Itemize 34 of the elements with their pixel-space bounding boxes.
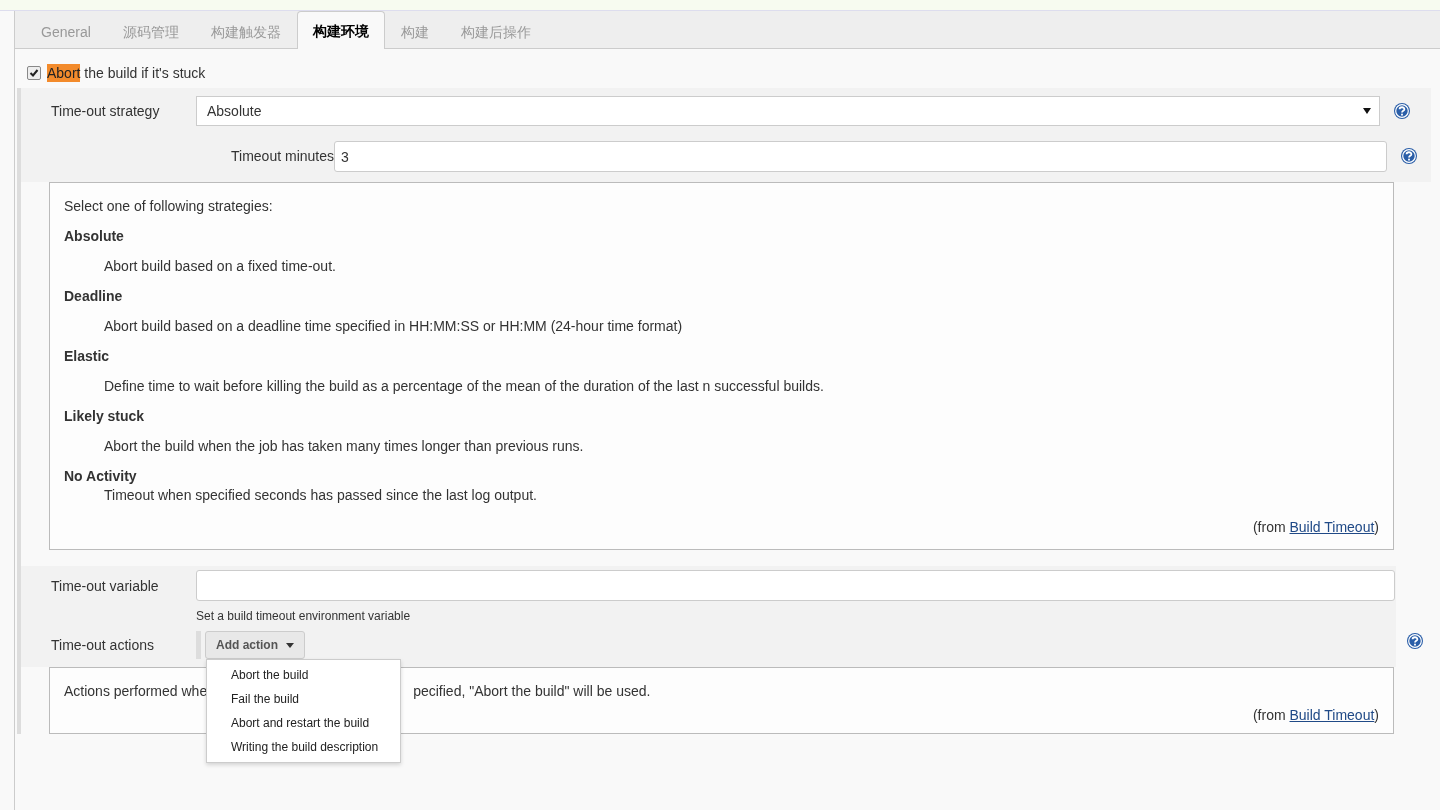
strategy-description: Abort build based on a deadline time specified in HH:MM:SS or HH:MM (24-hour time format) <box>104 318 684 334</box>
help-icon[interactable] <box>1393 102 1411 120</box>
strategy-description: Timeout when specified seconds has passed since the last log output. <box>104 487 538 503</box>
caret-icon <box>286 642 294 648</box>
help-icon[interactable] <box>1406 632 1424 650</box>
strategy-description: Define time to wait before killing the build as a percentage of the mean of the duration of the last n successful builds. <box>104 378 825 394</box>
menu-item[interactable]: Abort the build <box>207 663 400 687</box>
checkbox[interactable] <box>27 66 41 80</box>
source-note: (from Build Timeout) <box>1252 707 1379 723</box>
strategy-term: Absolute <box>64 228 125 244</box>
input-field[interactable]: 3 <box>334 141 1387 172</box>
help-text: pecified, "Abort the build" will be used. <box>413 683 651 699</box>
field-hint: Set a build timeout environment variable <box>195 608 412 623</box>
field-label: Timeout minutes <box>230 147 335 164</box>
strategy-term: Deadline <box>64 288 124 304</box>
dropdown-arrow-icon <box>1363 108 1371 114</box>
help-text: Select one of following strategies: <box>64 198 274 214</box>
source-note: (from Build Timeout) <box>1252 519 1379 535</box>
menu-item[interactable]: Fail the build <box>207 687 400 711</box>
add-action-button[interactable]: Add action <box>205 631 305 659</box>
field-label: Time-out actions <box>50 636 155 653</box>
menu-item[interactable]: Abort and restart the build <box>207 711 400 735</box>
strategy-term: Likely stuck <box>64 408 146 424</box>
strategy-dropdown[interactable]: Absolute <box>196 96 1380 126</box>
strategy-term: No Activity <box>64 468 138 484</box>
menu-item[interactable]: Writing the build description <box>207 735 400 759</box>
strategy-term: Elastic <box>64 348 111 364</box>
strategy-description: Abort the build when the job has taken many times longer than previous runs. <box>104 438 585 454</box>
field-label: Time-out variable <box>50 577 160 594</box>
help-text: Actions performed whe <box>64 683 208 699</box>
field-label: Time-out strategy <box>50 102 161 119</box>
strategy-description: Abort build based on a fixed time-out. <box>104 258 337 274</box>
help-icon[interactable] <box>1400 147 1418 165</box>
tab[interactable]: 构建环境 <box>296 11 385 49</box>
